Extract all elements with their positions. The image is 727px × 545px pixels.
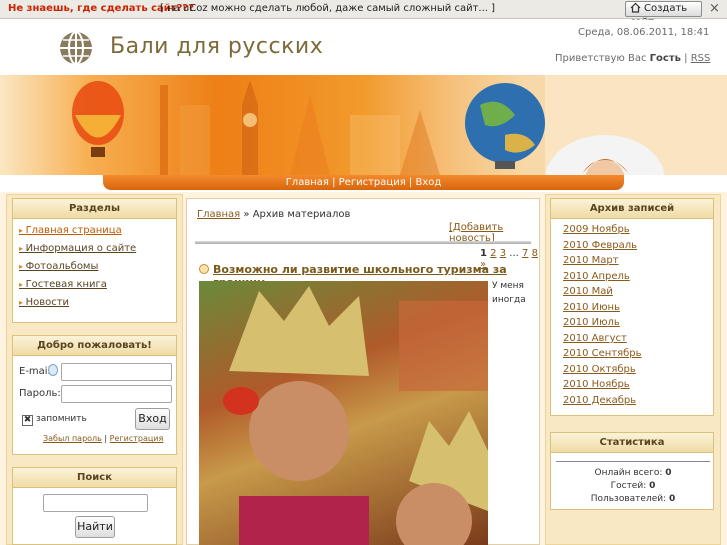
- stats-divider: [556, 461, 710, 462]
- stats-users: Пользователей: 0: [551, 494, 715, 504]
- nav-separator: |: [332, 177, 336, 188]
- email-field[interactable]: [61, 363, 172, 381]
- archive-item-2009-11[interactable]: 2009 Ноябрь: [563, 224, 630, 235]
- openid-icon: [48, 364, 58, 376]
- site-title: Бали для русских: [110, 34, 324, 59]
- stats-guests-value: 0: [649, 481, 656, 491]
- page-link-3[interactable]: 3: [500, 248, 506, 259]
- login-block: Добро пожаловать! E-mail: Пароль: ✖ запо…: [12, 335, 177, 455]
- archive-item-2010-02[interactable]: 2010 Февраль: [563, 240, 637, 251]
- close-icon[interactable]: ×: [709, 2, 720, 16]
- greeting-text: Приветствую Вас: [555, 53, 647, 64]
- nav-home[interactable]: Главная: [286, 177, 329, 188]
- forgot-password-link[interactable]: Забыл пароль: [43, 434, 102, 443]
- archive-item-2010-07[interactable]: 2010 Июль: [563, 317, 620, 328]
- search-button[interactable]: Найти: [75, 516, 115, 538]
- menu-item-news[interactable]: Новости: [19, 297, 69, 308]
- article-text-line-1: У меня: [492, 281, 524, 291]
- archive-title: Архив записей: [551, 199, 713, 219]
- register-link[interactable]: Регистрация: [110, 434, 164, 443]
- archive-item-2010-08[interactable]: 2010 Август: [563, 333, 627, 344]
- stats-title: Статистика: [551, 433, 713, 453]
- page-ellipsis: ...: [509, 248, 519, 259]
- divider: [195, 241, 531, 244]
- archive-item-2010-05[interactable]: 2010 Май: [563, 286, 613, 297]
- search-title: Поиск: [13, 468, 176, 488]
- page-current: 1: [480, 248, 487, 259]
- sections-title: Разделы: [13, 199, 176, 219]
- archive-item-2010-12[interactable]: 2010 Декабрь: [563, 395, 636, 406]
- nav-separator: |: [408, 177, 413, 188]
- header-banner: [0, 75, 727, 175]
- login-button[interactable]: Вход: [135, 408, 170, 430]
- nav-login[interactable]: Вход: [415, 177, 441, 188]
- stats-guests-label: Гостей:: [610, 481, 647, 491]
- archive-block: Архив записей 2009 Ноябрь 2010 Февраль 2…: [550, 198, 714, 416]
- dancers-photo-art: [223, 286, 488, 545]
- password-field[interactable]: [61, 385, 172, 403]
- main-nav: Главная | Регистрация | Вход: [103, 175, 624, 190]
- stats-users-value: 0: [669, 494, 676, 504]
- password-label: Пароль:: [19, 388, 61, 399]
- menu-item-photos[interactable]: Фотоальбомы: [19, 261, 99, 272]
- search-input[interactable]: [43, 494, 148, 512]
- stats-block: Статистика Онлайн всего: 0 Гостей: 0 Пол…: [550, 432, 714, 510]
- sections-block: Разделы Главная страница Информация о са…: [12, 198, 177, 323]
- current-date: Среда, 08.06.2011, 18:41: [578, 27, 710, 38]
- remember-checkbox[interactable]: ✖: [22, 415, 33, 426]
- menu-item-guestbook[interactable]: Гостевая книга: [19, 279, 107, 290]
- page-link-2[interactable]: 2: [490, 248, 496, 259]
- page-link-7[interactable]: 7: [522, 248, 528, 259]
- archive-item-2010-09[interactable]: 2010 Сентябрь: [563, 348, 642, 359]
- login-links: Забыл пароль | Регистрация: [43, 434, 163, 443]
- breadcrumb-home[interactable]: Главная: [197, 209, 240, 220]
- user-name: Гость: [649, 53, 681, 64]
- home-icon: [630, 2, 641, 13]
- archive-item-2010-11[interactable]: 2010 Ноябрь: [563, 379, 630, 390]
- search-block: Поиск Найти: [12, 467, 177, 545]
- breadcrumb: Главная » Архив материалов: [197, 209, 350, 220]
- main-content: Главная » Архив материалов [Добавить нов…: [186, 198, 540, 545]
- remember-label: запомнить: [36, 414, 87, 424]
- globe-logo-icon: [60, 31, 92, 65]
- create-site-button[interactable]: Создать сайт: [625, 1, 702, 28]
- article-photo: [199, 281, 488, 545]
- greeting-separator: |: [684, 53, 688, 64]
- page-link-8[interactable]: 8: [532, 248, 538, 259]
- breadcrumb-current: Архив материалов: [252, 209, 351, 220]
- stats-users-label: Пользователей:: [590, 494, 667, 504]
- archive-item-2010-10[interactable]: 2010 Октябрь: [563, 364, 636, 375]
- breadcrumb-separator: »: [243, 209, 250, 220]
- archive-item-2010-03[interactable]: 2010 Март: [563, 255, 619, 266]
- stats-online-label: Онлайн всего:: [594, 468, 663, 478]
- archive-item-2010-04[interactable]: 2010 Апрель: [563, 271, 630, 282]
- article-text-line-2: иногда: [492, 295, 526, 305]
- ucoz-top-bar: Не знаешь, где сделать сайт??? [ на uCoz…: [0, 0, 727, 28]
- login-title: Добро пожаловать!: [13, 336, 176, 356]
- article-bullet-icon: [199, 264, 209, 274]
- banner-artwork: [72, 75, 727, 175]
- stats-online: Онлайн всего: 0: [551, 468, 715, 478]
- stats-guests: Гостей: 0: [551, 481, 715, 491]
- nav-register[interactable]: Регистрация: [339, 177, 406, 188]
- greeting: Приветствую Вас Гость | RSS: [555, 53, 710, 64]
- archive-item-2010-06[interactable]: 2010 Июнь: [563, 302, 620, 313]
- rss-link[interactable]: RSS: [691, 53, 711, 64]
- menu-item-info[interactable]: Информация о сайте: [19, 243, 137, 254]
- login-links-separator: |: [104, 434, 108, 443]
- menu-item-home[interactable]: Главная страница: [19, 225, 122, 236]
- stats-online-value: 0: [665, 468, 672, 478]
- ucoz-promo-text[interactable]: [ на uCoz можно сделать любой, даже самы…: [160, 3, 495, 14]
